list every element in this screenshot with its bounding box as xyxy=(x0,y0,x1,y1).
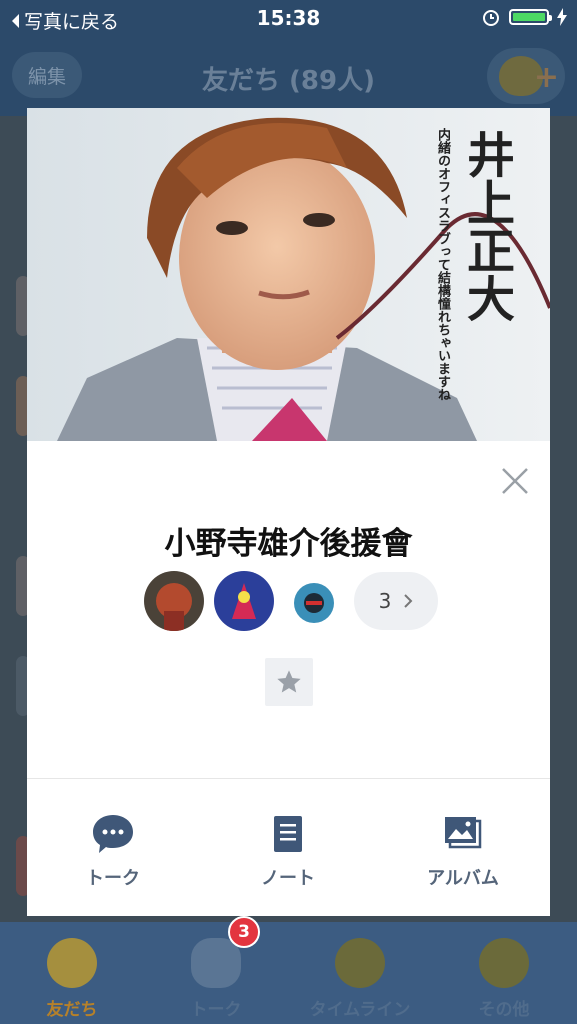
charging-icon xyxy=(557,8,567,26)
profile-modal: 井上正大 内緒のオフィスラブって結構憧れちゃいますね 小野寺雄介後援會 3 トー… xyxy=(27,108,550,916)
member-avatar[interactable] xyxy=(214,571,274,631)
tab-label: 友だち xyxy=(46,1000,98,1020)
tab-timeline[interactable]: タイムライン xyxy=(288,922,432,1024)
note-icon xyxy=(274,816,302,852)
album-icon xyxy=(445,817,482,849)
favorite-button[interactable] xyxy=(265,658,313,706)
more-members-count: 3 xyxy=(378,589,392,613)
note-action-label: ノート xyxy=(261,868,315,889)
battery-icon xyxy=(509,9,552,25)
talk-bubble-icon xyxy=(191,938,241,988)
friends-mascot-icon xyxy=(47,938,97,988)
more-members-button[interactable]: 3 xyxy=(354,572,438,630)
tab-friends[interactable]: 友だち xyxy=(0,922,144,1024)
member-avatar[interactable] xyxy=(284,571,344,631)
nav-bar: 編集 友だち (89人) + xyxy=(0,38,577,116)
tab-label: その他 xyxy=(478,1000,530,1020)
member-avatar[interactable] xyxy=(144,571,204,631)
note-action-button[interactable]: ノート xyxy=(218,808,358,898)
tab-label: トーク xyxy=(190,1000,242,1020)
pear-icon xyxy=(479,938,529,988)
talk-action-label: トーク xyxy=(86,868,140,889)
tab-talk[interactable]: 3 トーク xyxy=(144,916,288,1024)
status-bar: 写真に戻る 15:38 xyxy=(0,0,577,38)
add-friend-button[interactable]: + xyxy=(487,48,565,104)
talk-action-button[interactable]: トーク xyxy=(43,808,183,898)
chat-icon xyxy=(93,815,133,853)
tab-label: タイムライン xyxy=(309,1000,411,1020)
tab-bar: 友だち 3 トーク タイムライン その他 xyxy=(0,916,577,1024)
unread-badge: 3 xyxy=(228,916,260,948)
photo-title-text: 井上正大 xyxy=(458,130,514,322)
status-icons xyxy=(481,7,567,27)
album-action-button[interactable]: アルバム xyxy=(393,808,533,898)
cover-photo[interactable]: 井上正大 内緒のオフィスラブって結構憧れちゃいますね xyxy=(27,108,550,441)
star-icon xyxy=(277,670,301,693)
alarm-icon xyxy=(483,10,499,26)
album-action-label: アルバム xyxy=(427,868,499,889)
close-icon[interactable] xyxy=(500,466,530,496)
divider xyxy=(27,778,550,779)
profile-name: 小野寺雄介後援會 xyxy=(164,526,413,562)
sunflower-icon xyxy=(335,938,385,988)
member-list[interactable]: 3 xyxy=(144,571,438,631)
chevron-right-icon xyxy=(404,594,413,608)
plus-icon: + xyxy=(533,60,559,95)
photo-caption-text: 内緒のオフィスラブって結構憧れちゃいますね xyxy=(435,128,450,401)
tab-more[interactable]: その他 xyxy=(432,922,576,1024)
